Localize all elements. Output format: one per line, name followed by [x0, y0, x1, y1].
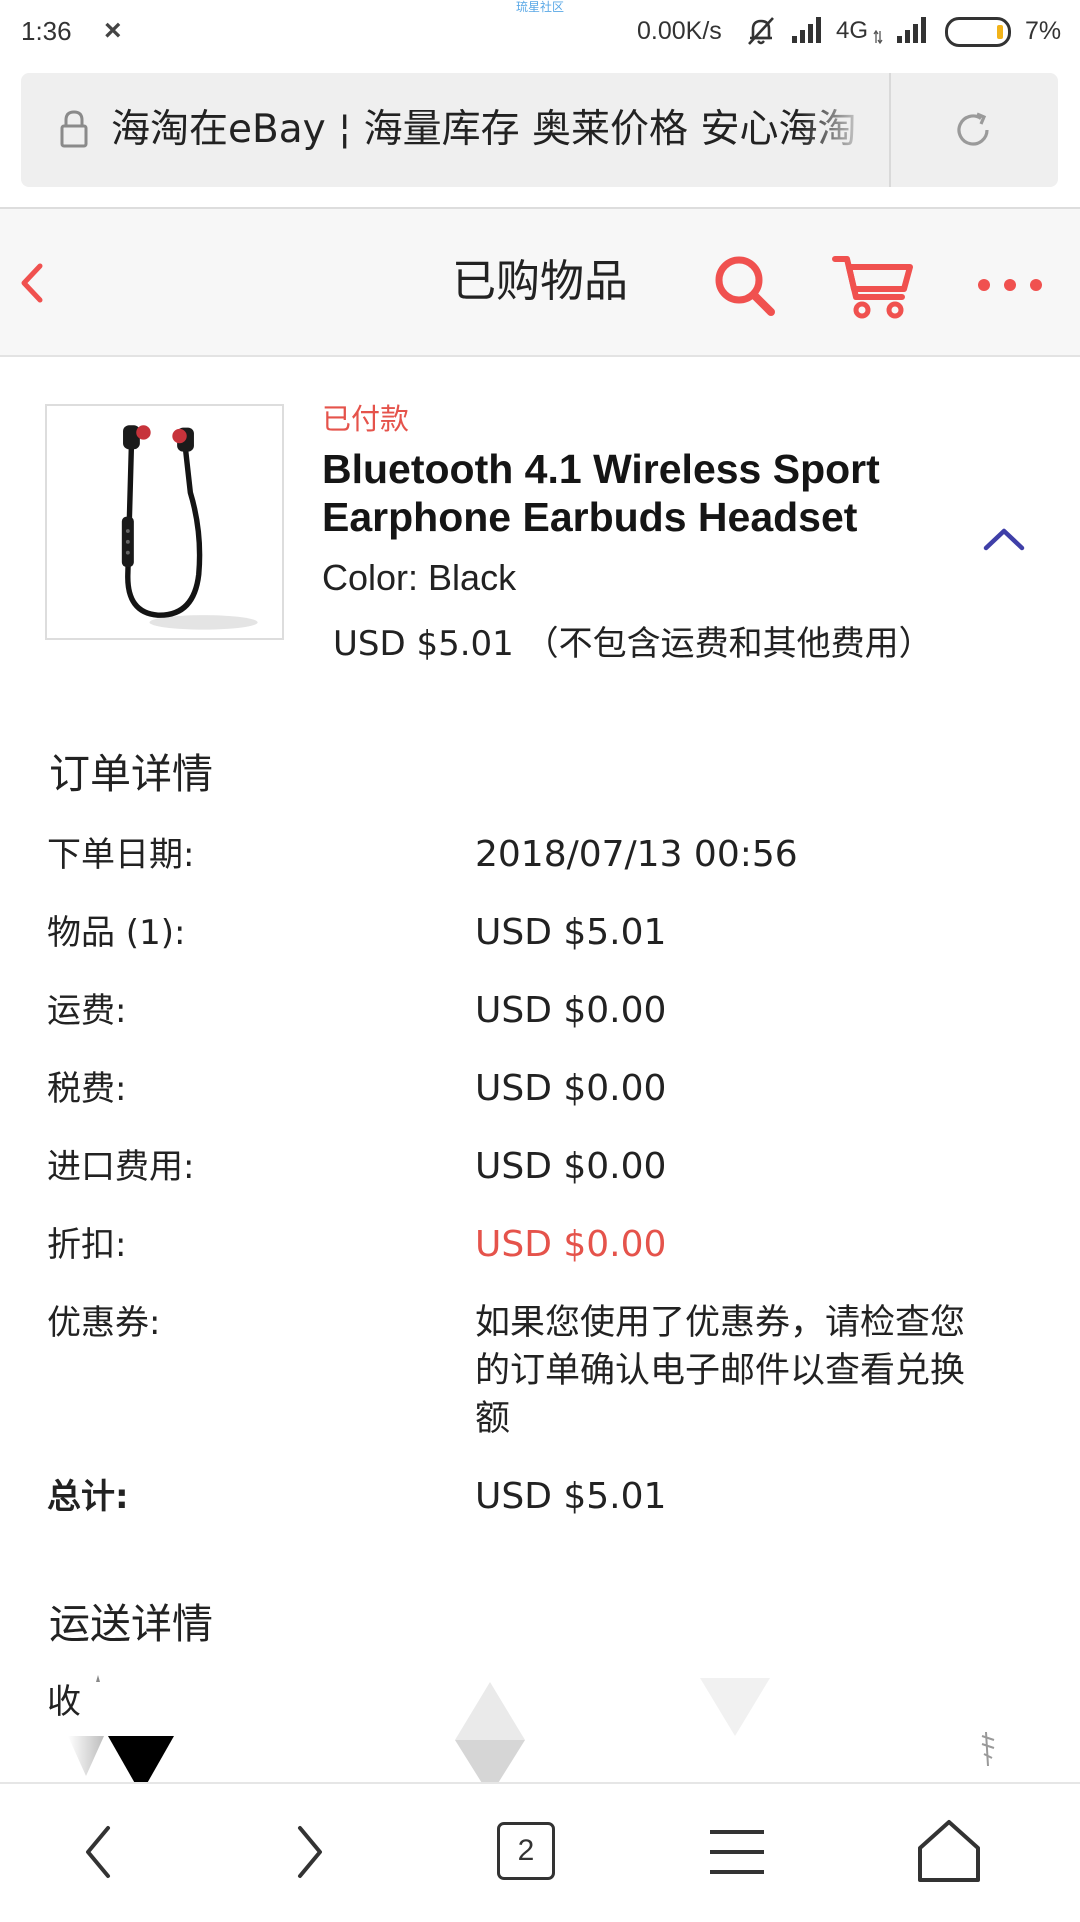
network-type: 4G [836, 17, 869, 44]
payment-status: 已付款 [322, 402, 410, 436]
detail-value: USD $5.01 [475, 912, 667, 953]
product-color: Color: Black [322, 557, 517, 598]
search-icon[interactable] [712, 253, 778, 319]
detail-row-discount: 折扣: USD $0.00 [0, 1206, 1080, 1284]
menu-icon[interactable] [708, 1826, 766, 1878]
detail-label: 运费: [47, 991, 127, 1031]
battery-icon [945, 17, 1011, 47]
signal-icon [897, 17, 926, 43]
discount-value: USD $0.00 [475, 1224, 667, 1265]
detail-value: 2018/07/13 00:56 [475, 834, 798, 875]
page-title-text: 海淘在eBay ¦ 海量库存 奥莱价格 安心海淘 [111, 107, 857, 152]
detail-label: 物品 (1): [47, 913, 186, 953]
detail-row-shipping: 运费: USD $0.00 [0, 972, 1080, 1050]
battery-level [997, 25, 1003, 39]
detail-label: 优惠券: [47, 1303, 161, 1343]
address-divider [889, 73, 891, 187]
forward-icon[interactable] [292, 1824, 328, 1880]
network-speed: 0.00K/s [637, 17, 722, 45]
chevron-up-icon[interactable] [981, 525, 1027, 553]
order-details-list: 下单日期: 2018/07/13 00:56 物品 (1): USD $5.01… [0, 816, 1080, 1536]
detail-value: USD $0.00 [475, 1068, 667, 1109]
more-dots-icon[interactable] [972, 273, 1048, 297]
detail-row-import-fees: 进口费用: USD $0.00 [0, 1128, 1080, 1206]
detail-row-items: 物品 (1): USD $5.01 [0, 894, 1080, 972]
mute-bell-icon [748, 17, 774, 45]
total-value: USD $5.01 [475, 1476, 667, 1517]
detail-value: USD $0.00 [475, 1146, 667, 1187]
detail-label: 下单日期: [47, 835, 195, 875]
detail-row-total: 总计: USD $5.01 [0, 1458, 1080, 1536]
detail-label: 总计: [47, 1477, 129, 1517]
battery-percent: 7% [1025, 17, 1062, 45]
coupon-note: 如果您使用了优惠券，请检查您的订单确认电子邮件以查看兑换额 [475, 1303, 966, 1439]
home-icon[interactable] [916, 1818, 982, 1884]
page-header: 已购物品 [0, 209, 1080, 357]
detail-label: 进口费用: [47, 1147, 195, 1187]
product-title[interactable]: Bluetooth 4.1 Wireless Sport Earphone Ea… [322, 445, 962, 541]
detail-label: 税费: [47, 1069, 127, 1109]
browser-bottom-nav: 2 [0, 1782, 1080, 1922]
shipping-details-heading: 运送详情 [49, 1600, 213, 1648]
cart-icon[interactable] [832, 253, 914, 321]
earphones-product-image[interactable] [45, 404, 284, 640]
chevron-left-icon[interactable] [16, 260, 46, 306]
signal-icon [792, 17, 821, 43]
detail-row-tax: 税费: USD $0.00 [0, 1050, 1080, 1128]
product-price: USD $5.01 （不包含运费和其他费用） [333, 624, 933, 664]
tabs-icon[interactable]: 2 [497, 1822, 555, 1880]
title-fade [801, 103, 871, 157]
status-time: 1:36 [21, 16, 72, 46]
render-artifact-shapes [68, 1675, 995, 1782]
detail-value: USD $0.00 [475, 990, 667, 1031]
close-notification-icon: × [104, 14, 122, 47]
data-arrows-icon [873, 30, 883, 44]
order-details-heading: 订单详情 [49, 750, 213, 798]
lock-icon [60, 110, 88, 148]
address-bar[interactable]: 海淘在eBay ¦ 海量库存 奥莱价格 安心海淘 [21, 73, 1058, 187]
reload-icon[interactable] [951, 108, 995, 152]
detail-label: 折扣: [47, 1225, 127, 1265]
detail-row-coupon: 优惠券: 如果您使用了优惠券，请检查您的订单确认电子邮件以查看兑换额 [0, 1284, 1080, 1458]
back-icon[interactable] [80, 1824, 116, 1880]
detail-row-order-date: 下单日期: 2018/07/13 00:56 [0, 816, 1080, 894]
status-bar: 1:36 × 琉星社区 0.00K/s 4G 7% [0, 0, 1080, 62]
page-title-field[interactable]: 海淘在eBay ¦ 海量库存 奥莱价格 安心海淘 [111, 103, 871, 157]
earphones-image [121, 425, 258, 630]
watermark: 琉星社区 [515, 0, 564, 14]
page-title: 已购物品 [452, 256, 628, 307]
